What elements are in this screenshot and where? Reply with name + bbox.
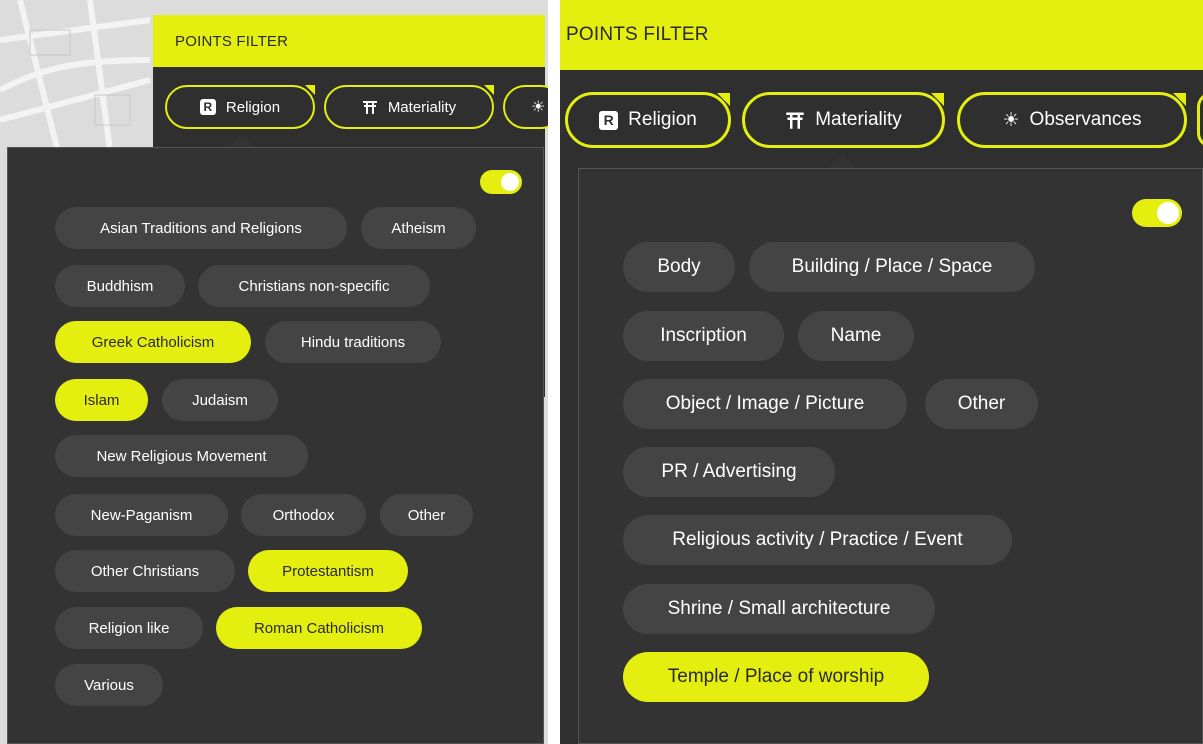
chip-protestantism[interactable]: Protestantism [248, 550, 408, 592]
chip-greek-catholicism[interactable]: Greek Catholicism [55, 321, 251, 363]
chip-shrine-small-architecture[interactable]: Shrine / Small architecture [623, 584, 935, 634]
chip-hindu-traditions[interactable]: Hindu traditions [265, 321, 441, 363]
tab-materiality[interactable]: Materiality [324, 85, 494, 129]
tab-corner-marker [484, 85, 494, 95]
chip-other-christians[interactable]: Other Christians [55, 550, 235, 592]
chip-pr-advertising[interactable]: PR / Advertising [623, 447, 835, 497]
chip-christians-non-specific[interactable]: Christians non-specific [198, 265, 430, 307]
toggle-knob [1157, 202, 1179, 224]
chip-other[interactable]: Other [925, 379, 1038, 429]
panel-pointer [228, 134, 256, 148]
chip-buddhism[interactable]: Buddhism [55, 265, 185, 307]
tab-materiality[interactable]: Materiality [742, 92, 945, 148]
chip-body[interactable]: Body [623, 242, 735, 292]
chip-building-place-space[interactable]: Building / Place / Space [749, 242, 1035, 292]
tab-label: Materiality [815, 109, 902, 130]
chip-atheism[interactable]: Atheism [361, 207, 476, 249]
chip-islam[interactable]: Islam [55, 379, 148, 421]
chip-object-image-picture[interactable]: Object / Image / Picture [623, 379, 907, 429]
select-all-toggle[interactable] [480, 170, 522, 194]
tab-label: Observances [1029, 109, 1142, 130]
sun-icon: ☀ [1002, 109, 1020, 131]
tab-label: Religion [628, 109, 697, 130]
filter-header: POINTS FILTER [153, 15, 545, 67]
select-all-toggle[interactable] [1132, 199, 1182, 227]
filter-header: POINTS FILTER [560, 0, 1203, 70]
tab-corner-marker [305, 85, 315, 95]
sun-icon: ☀ [531, 99, 546, 116]
filter-header-title: POINTS FILTER [175, 32, 289, 50]
chip-various[interactable]: Various [55, 664, 163, 706]
tab-religion[interactable]: R Religion [165, 85, 315, 129]
chip-religious-activity[interactable]: Religious activity / Practice / Event [623, 515, 1012, 565]
chip-asian-traditions[interactable]: Asian Traditions and Religions [55, 207, 347, 249]
chip-orthodox[interactable]: Orthodox [241, 494, 366, 536]
toggle-knob [501, 173, 519, 191]
tab-label: Religion [225, 98, 281, 116]
screenshot-divider [548, 0, 560, 744]
torii-icon [786, 112, 804, 129]
chip-other[interactable]: Other [380, 494, 473, 536]
chip-temple-place-of-worship[interactable]: Temple / Place of worship [623, 652, 929, 702]
chip-new-religious-movement[interactable]: New Religious Movement [55, 435, 308, 477]
filter-header-title: POINTS FILTER [566, 24, 709, 45]
tab-religion[interactable]: R Religion [565, 92, 731, 148]
tab-label: Materiality [387, 98, 457, 116]
chip-judaism[interactable]: Judaism [162, 379, 278, 421]
religion-r-icon: R [599, 110, 619, 130]
chip-new-paganism[interactable]: New-Paganism [55, 494, 228, 536]
chip-roman-catholicism[interactable]: Roman Catholicism [216, 607, 422, 649]
tab-observances[interactable]: ☀ Observances [957, 92, 1187, 148]
chip-inscription[interactable]: Inscription [623, 311, 784, 361]
chip-name[interactable]: Name [798, 311, 914, 361]
chip-religion-like[interactable]: Religion like [55, 607, 203, 649]
torii-icon [362, 101, 377, 114]
tab-next-partial[interactable] [1197, 92, 1203, 148]
religion-r-icon: R [199, 99, 216, 115]
